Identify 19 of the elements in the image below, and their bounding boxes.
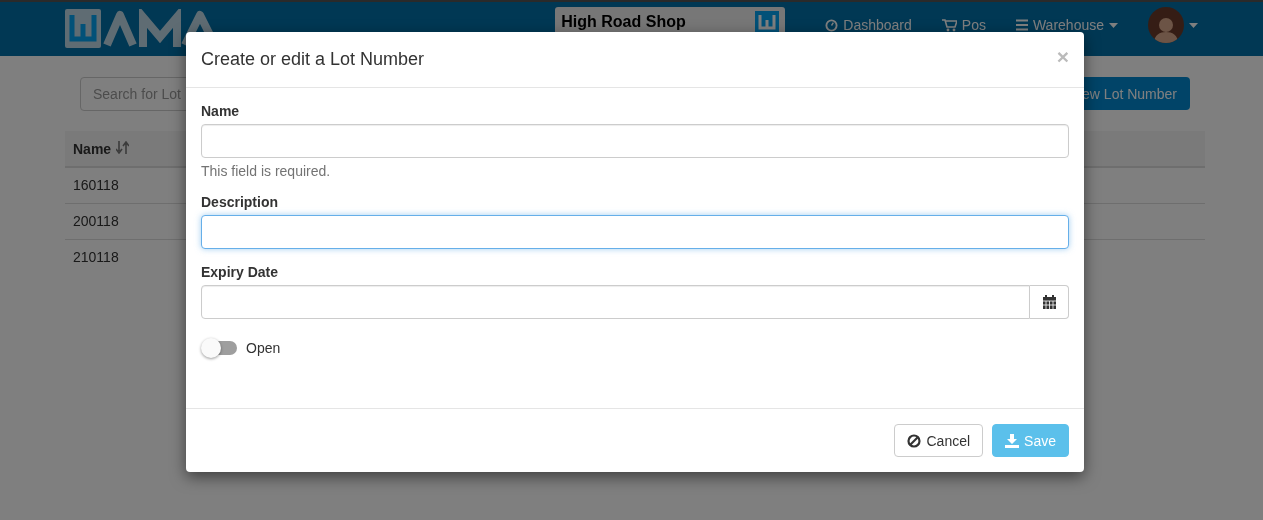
nav-link[interactable]: Pos: [941, 17, 986, 33]
field-label: Name: [201, 103, 241, 119]
date-field[interactable]: [201, 285, 1031, 319]
caret-icon: [1189, 22, 1198, 28]
text-field[interactable]: [201, 215, 1069, 249]
text-field[interactable]: [201, 124, 1069, 158]
nav-link[interactable]: Dashboard: [825, 17, 912, 33]
cancel-button[interactable]: Cancel: [894, 424, 984, 457]
calendar-button[interactable]: [1030, 285, 1069, 319]
nav-link[interactable]: Warehouse: [1015, 17, 1118, 33]
close-button[interactable]: ×: [1056, 44, 1069, 69]
toggle-switch[interactable]: [203, 341, 237, 355]
modal-title: Create or edit a Lot Number: [201, 49, 425, 70]
download-icon: [1005, 433, 1020, 448]
toggle-label: Open: [246, 340, 281, 356]
avatar: [1148, 7, 1184, 43]
calendar-icon: [1042, 295, 1056, 309]
ban-icon: [907, 433, 922, 448]
user-menu[interactable]: [1148, 7, 1198, 43]
